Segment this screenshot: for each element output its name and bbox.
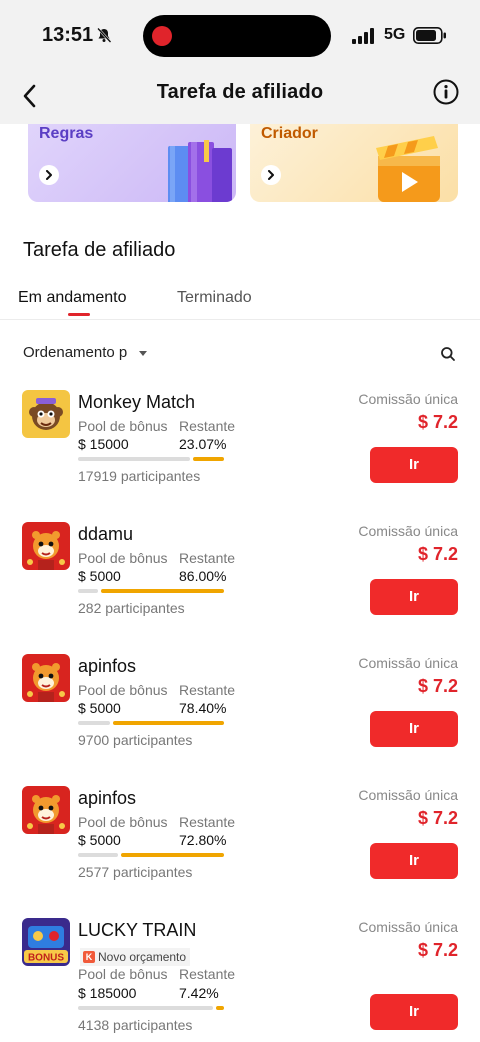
progress-used-bar (78, 589, 98, 593)
commission-label: Comissão única (358, 787, 458, 803)
active-tab-indicator (68, 313, 90, 316)
commission-label: Comissão única (358, 391, 458, 407)
status-time: 13:51 (42, 24, 94, 46)
tab-finished[interactable]: Terminado (177, 289, 252, 307)
progress-used-bar (78, 1006, 213, 1010)
monkey-game-icon (22, 390, 70, 438)
rules-banner-label: Regras (39, 125, 94, 142)
remaining-label: Restante (179, 550, 236, 566)
recording-dot-icon (152, 26, 172, 46)
remaining-label: Restante (179, 814, 236, 830)
commission-value: $ 7.2 (417, 544, 458, 564)
badge-k-icon: K (83, 951, 95, 963)
page-title: Tarefa de afiliado (156, 81, 324, 103)
task-name: ddamu (78, 524, 134, 544)
tiger-game-icon (22, 522, 70, 570)
battery-icon (413, 27, 446, 44)
tiger-game-icon (22, 786, 70, 834)
participants-count: 4138 participantes (78, 1017, 193, 1033)
info-icon[interactable] (433, 79, 459, 105)
participants-count: 17919 participantes (78, 468, 201, 484)
pool-label: Pool de bônus (78, 550, 168, 566)
remaining-label: Restante (179, 682, 236, 698)
badge-label: Novo orçamento (98, 950, 187, 964)
commission-value: $ 7.2 (417, 676, 458, 696)
rules-banner[interactable]: Regras (28, 124, 236, 202)
tab-in-progress[interactable]: Em andamento (18, 289, 127, 307)
pool-value: $ 5000 (78, 832, 121, 848)
caret-down-icon[interactable] (139, 351, 147, 356)
pool-label: Pool de bônus (78, 682, 168, 698)
chevron-right-icon (261, 165, 281, 185)
pool-value: $ 5000 (78, 568, 121, 584)
pool-label: Pool de bônus (78, 814, 168, 830)
go-button[interactable]: Ir (370, 711, 458, 747)
task-name: LUCKY TRAIN (78, 920, 197, 940)
remaining-value: 23.07% (179, 436, 227, 452)
remaining-value: 72.80% (179, 832, 227, 848)
commission-label: Comissão única (358, 655, 458, 671)
task-name: apinfos (78, 656, 137, 676)
participants-count: 9700 participantes (78, 732, 193, 748)
books-illustration-icon (168, 140, 232, 202)
commission-label: Comissão única (358, 919, 458, 935)
commission-value: $ 7.2 (417, 940, 458, 960)
creator-banner[interactable]: Criador (250, 124, 458, 202)
progress-used-bar (78, 853, 118, 857)
new-budget-badge: K Novo orçamento (80, 948, 191, 966)
network-type: 5G (384, 26, 406, 43)
progress-remaining-bar (216, 1006, 224, 1010)
progress-remaining-bar (113, 721, 224, 725)
task-item: apinfos Pool de bônus Restante $ 5000 78… (0, 654, 480, 786)
progress-remaining-bar (101, 589, 224, 593)
task-name: Monkey Match (78, 392, 196, 412)
progress-remaining-bar (121, 853, 224, 857)
clapperboard-illustration-icon (376, 136, 440, 202)
bonus-game-icon: BONUS (22, 918, 70, 966)
tiger-game-icon (22, 654, 70, 702)
commission-value: $ 7.2 (417, 412, 458, 432)
status-bar: 13:51 5G (0, 0, 480, 70)
section-title: Tarefa de afiliado (23, 239, 176, 261)
bell-off-icon (97, 27, 112, 43)
pool-label: Pool de bônus (78, 966, 168, 982)
pool-value: $ 185000 (78, 985, 137, 1001)
pool-label: Pool de bônus (78, 418, 168, 434)
pool-value: $ 5000 (78, 700, 121, 716)
header-bar: Tarefa de afiliado (0, 70, 480, 124)
progress-used-bar (78, 457, 190, 461)
participants-count: 282 participantes (78, 600, 185, 616)
remaining-label: Restante (179, 418, 236, 434)
creator-banner-label: Criador (261, 125, 318, 142)
go-button[interactable]: Ir (370, 579, 458, 615)
remaining-value: 86.00% (179, 568, 227, 584)
search-icon[interactable] (440, 346, 456, 362)
remaining-label: Restante (179, 966, 236, 982)
task-item: BONUS LUCKY TRAIN K Novo orçamento Pool … (0, 918, 480, 1042)
chevron-right-icon (39, 165, 59, 185)
sort-row: Ordenamento p (0, 342, 480, 366)
commission-label: Comissão única (358, 523, 458, 539)
status-tabs: Em andamento Terminado (0, 286, 480, 320)
task-item: apinfos Pool de bônus Restante $ 5000 72… (0, 786, 480, 918)
task-item: Monkey Match Pool de bônus Restante $ 15… (0, 390, 480, 522)
task-name: apinfos (78, 788, 137, 808)
go-button[interactable]: Ir (370, 843, 458, 879)
task-item: ddamu Pool de bônus Restante $ 5000 86.0… (0, 522, 480, 654)
go-button[interactable]: Ir (370, 994, 458, 1030)
sort-dropdown[interactable]: Ordenamento p (23, 344, 127, 361)
signal-icon (352, 28, 374, 44)
participants-count: 2577 participantes (78, 864, 193, 880)
remaining-value: 78.40% (179, 700, 227, 716)
progress-remaining-bar (193, 457, 224, 461)
pool-value: $ 15000 (78, 436, 129, 452)
remaining-value: 7.42% (179, 985, 219, 1001)
svg-text:BONUS: BONUS (28, 953, 64, 964)
go-button[interactable]: Ir (370, 447, 458, 483)
commission-value: $ 7.2 (417, 808, 458, 828)
progress-used-bar (78, 721, 110, 725)
